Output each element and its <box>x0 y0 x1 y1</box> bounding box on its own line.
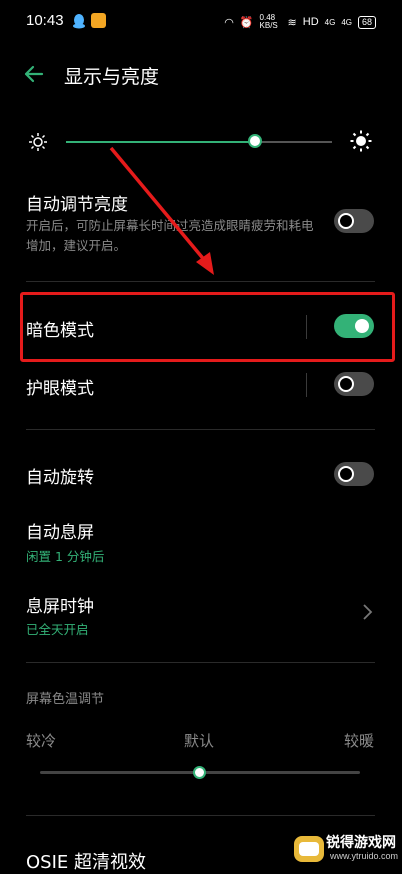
annotation-arrow-icon <box>109 146 214 275</box>
